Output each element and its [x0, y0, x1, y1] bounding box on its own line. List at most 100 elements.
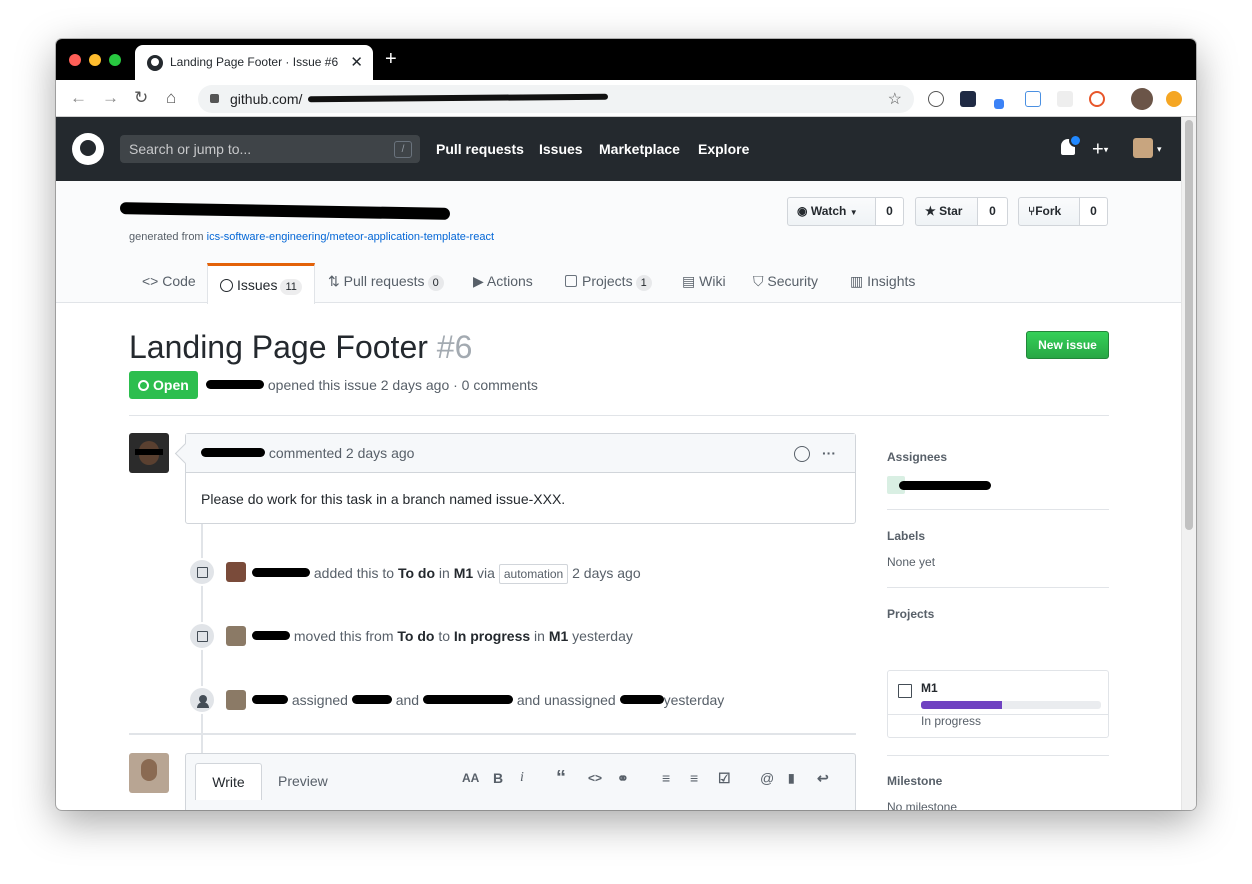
extension-icon[interactable] — [960, 91, 976, 107]
browser-tab[interactable]: Landing Page Footer · Issue #6 ✕ — [135, 45, 373, 80]
labels-heading[interactable]: Labels — [887, 529, 925, 543]
tab-label: Actions — [486, 273, 533, 289]
minimize-window-button[interactable] — [89, 54, 101, 66]
bold-icon[interactable]: B — [493, 768, 503, 788]
book-icon: ▤ — [682, 273, 700, 289]
fork-button[interactable]: ⑂Fork — [1018, 197, 1080, 226]
tab-wiki[interactable]: ▤ Wiki — [682, 260, 726, 303]
redacted-username — [252, 631, 290, 640]
tab-actions[interactable]: ▶ Actions — [473, 260, 533, 303]
milestone-heading[interactable]: Milestone — [887, 774, 942, 788]
tab-insights[interactable]: ▥ Insights — [850, 260, 915, 303]
template-repo-link[interactable]: ics-software-engineering/meteor-applicat… — [207, 231, 494, 243]
user-menu-caret-icon[interactable]: ▾ — [1157, 117, 1162, 181]
extension-grid-icon[interactable] — [1057, 91, 1073, 107]
extension-b-icon[interactable] — [1089, 91, 1105, 107]
new-tab-button[interactable]: + — [385, 49, 397, 69]
event-time: 2 days ago — [568, 565, 641, 581]
quote-icon[interactable]: “ — [556, 768, 566, 788]
scrollbar-thumb[interactable] — [1185, 120, 1193, 530]
address-bar[interactable]: github.com/ ☆ — [198, 85, 914, 113]
ordered-list-icon[interactable]: ≡ — [690, 768, 698, 788]
tab-label: Insights — [867, 273, 916, 289]
heading-icon[interactable]: AA — [462, 768, 479, 788]
watch-button[interactable]: ◉ Watch ▼ — [787, 197, 876, 226]
tab-code[interactable]: <> Code — [142, 260, 196, 303]
current-user-avatar[interactable] — [129, 753, 169, 793]
task-list-icon[interactable]: ☑ — [718, 768, 731, 788]
extension-info-icon[interactable] — [928, 91, 944, 107]
fork-count[interactable]: 0 — [1080, 197, 1108, 226]
actor-avatar[interactable] — [226, 690, 246, 710]
bookmark-star-icon[interactable]: ☆ — [888, 89, 902, 109]
user-avatar[interactable] — [1133, 138, 1153, 158]
event-time: yesterday — [568, 628, 633, 644]
close-tab-icon[interactable]: ✕ — [350, 45, 363, 80]
commenter-avatar[interactable] — [129, 433, 169, 473]
home-icon[interactable]: ⌂ — [166, 88, 176, 108]
assignees-heading[interactable]: Assignees — [887, 450, 947, 464]
preview-tab[interactable]: Preview — [278, 763, 328, 799]
tab-issues[interactable]: Issues 11 — [207, 263, 315, 304]
tab-pull-requests[interactable]: ⇅ Pull requests 0 — [328, 260, 444, 303]
close-window-button[interactable] — [69, 54, 81, 66]
extension-doc-icon[interactable] — [1025, 91, 1041, 107]
browser-window: Landing Page Footer · Issue #6 ✕ + ← → ↻… — [56, 39, 1196, 810]
actor-avatar[interactable] — [226, 562, 246, 582]
unordered-list-icon[interactable]: ≡ — [662, 768, 670, 788]
issue-meta-text: opened this issue 2 days ago · 0 comment… — [267, 377, 538, 393]
projects-heading[interactable]: Projects — [887, 607, 934, 621]
reply-icon[interactable]: ↩ — [817, 768, 829, 788]
mention-icon[interactable]: @ — [760, 768, 774, 788]
project-name[interactable]: M1 — [921, 681, 938, 695]
watch-count[interactable]: 0 — [876, 197, 904, 226]
labels-value: None yet — [887, 555, 936, 569]
redacted-username — [422, 695, 513, 704]
new-issue-button[interactable]: New issue — [1026, 331, 1109, 359]
tab-projects[interactable]: Projects 1 — [565, 260, 652, 303]
profile-avatar[interactable] — [1131, 88, 1153, 110]
star-label: Star — [939, 204, 963, 218]
more-options-icon[interactable]: ··· — [822, 434, 836, 473]
update-icon[interactable] — [1166, 91, 1182, 107]
github-logo-icon[interactable] — [72, 133, 104, 165]
star-count[interactable]: 0 — [978, 197, 1008, 226]
issue-meta: opened this issue 2 days ago · 0 comment… — [206, 377, 538, 393]
tab-security[interactable]: ⛉ Security — [753, 260, 818, 303]
star-button[interactable]: ★ Star — [915, 197, 978, 226]
code-icon: <> — [142, 273, 163, 289]
event-text: in — [435, 565, 454, 581]
write-tab[interactable]: Write — [195, 763, 262, 800]
tab-label: Pull requests — [343, 273, 425, 289]
extension-eyedropper-icon[interactable] — [994, 99, 1004, 109]
actor-avatar[interactable] — [226, 626, 246, 646]
page-scrollbar[interactable] — [1181, 117, 1196, 810]
search-input[interactable]: Search or jump to... / — [120, 135, 420, 163]
notifications-bell-icon[interactable] — [1061, 134, 1082, 155]
tab-strip: Landing Page Footer · Issue #6 ✕ + — [56, 39, 1196, 80]
tab-label: Wiki — [699, 273, 726, 289]
nav-issues[interactable]: Issues — [539, 117, 583, 181]
forward-icon[interactable]: → — [102, 88, 119, 108]
plus-icon: + — [1092, 138, 1104, 161]
code-icon[interactable]: <> — [588, 768, 602, 788]
nav-marketplace[interactable]: Marketplace — [599, 117, 680, 181]
event-text: and unassigned — [512, 692, 620, 708]
timeline-divider — [129, 733, 856, 735]
saved-reply-bookmark-icon[interactable]: ▮ — [788, 768, 795, 788]
create-new-menu[interactable]: +▾ — [1092, 117, 1108, 182]
reload-icon[interactable]: ↻ — [134, 88, 148, 108]
project-status: In progress — [921, 714, 982, 728]
redacted-username — [206, 380, 264, 389]
tab-label: Issues — [237, 277, 278, 293]
link-icon[interactable]: ⚭ — [617, 768, 629, 788]
assignees-section: Assignees — [887, 433, 1109, 510]
zoom-window-button[interactable] — [109, 54, 121, 66]
back-icon[interactable]: ← — [70, 88, 87, 108]
tab-counter: 11 — [280, 279, 302, 295]
add-reaction-icon[interactable] — [794, 446, 810, 462]
project-card[interactable]: M1 In progress — [887, 670, 1109, 738]
nav-explore[interactable]: Explore — [698, 117, 749, 181]
nav-pull-requests[interactable]: Pull requests — [436, 117, 524, 181]
italic-icon[interactable]: i — [520, 768, 524, 788]
